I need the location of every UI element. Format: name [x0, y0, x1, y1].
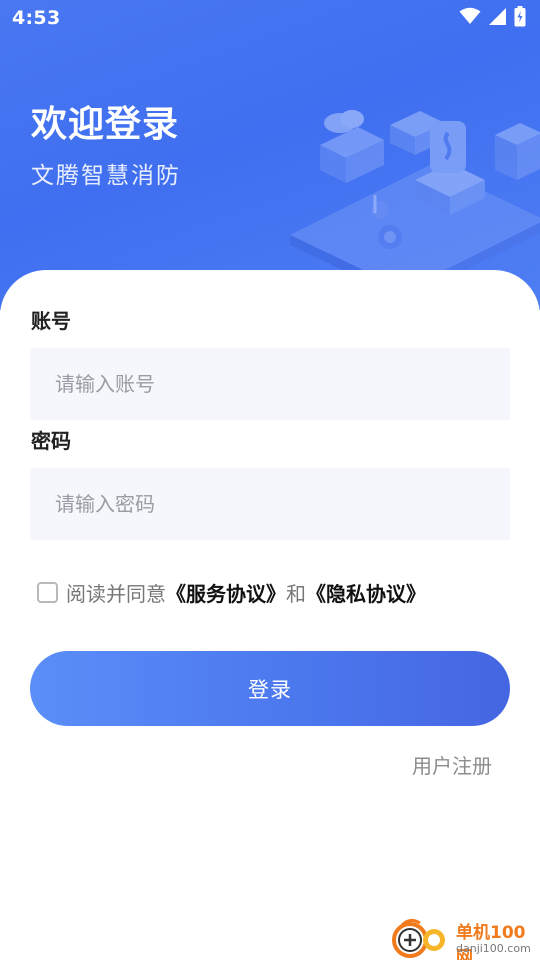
login-card: 账号 密码 阅读并同意 《服务协议》 和 《隐私协议》 登录 用户注册: [0, 270, 540, 960]
account-label: 账号: [31, 309, 71, 333]
welcome-title: 欢迎登录: [31, 104, 180, 145]
battery-icon: [514, 5, 526, 31]
account-input[interactable]: [30, 348, 510, 420]
agreement-checkbox[interactable]: [37, 581, 58, 603]
password-input[interactable]: [30, 468, 510, 540]
status-icons: [459, 5, 526, 31]
service-agreement-link[interactable]: 《服务协议》: [166, 578, 286, 607]
watermark: 单机100网 danji100.com: [390, 915, 540, 960]
smart-city-illustration: [280, 85, 540, 300]
agreement-prefix: 阅读并同意: [66, 581, 166, 606]
privacy-agreement-link[interactable]: 《隐私协议》: [306, 578, 426, 607]
header-banner: 4:53 欢迎登录 文腾智慧消防: [0, 0, 540, 310]
login-button[interactable]: 登录: [30, 651, 510, 726]
agreement-row: 阅读并同意 《服务协议》 和 《隐私协议》: [37, 576, 426, 608]
watermark-logo-icon: [390, 915, 448, 960]
cell-signal-icon: [488, 7, 507, 30]
watermark-domain: danji100.com: [456, 942, 531, 955]
wifi-icon: [459, 7, 481, 29]
password-input-box: [30, 468, 510, 540]
password-label: 密码: [31, 429, 71, 453]
app-subtitle: 文腾智慧消防: [31, 163, 181, 189]
account-input-box: [30, 348, 510, 420]
status-time: 4:53: [12, 7, 61, 29]
register-link[interactable]: 用户注册: [412, 750, 492, 779]
agreement-and-text: 和: [286, 581, 306, 606]
status-bar: 4:53: [0, 0, 540, 38]
